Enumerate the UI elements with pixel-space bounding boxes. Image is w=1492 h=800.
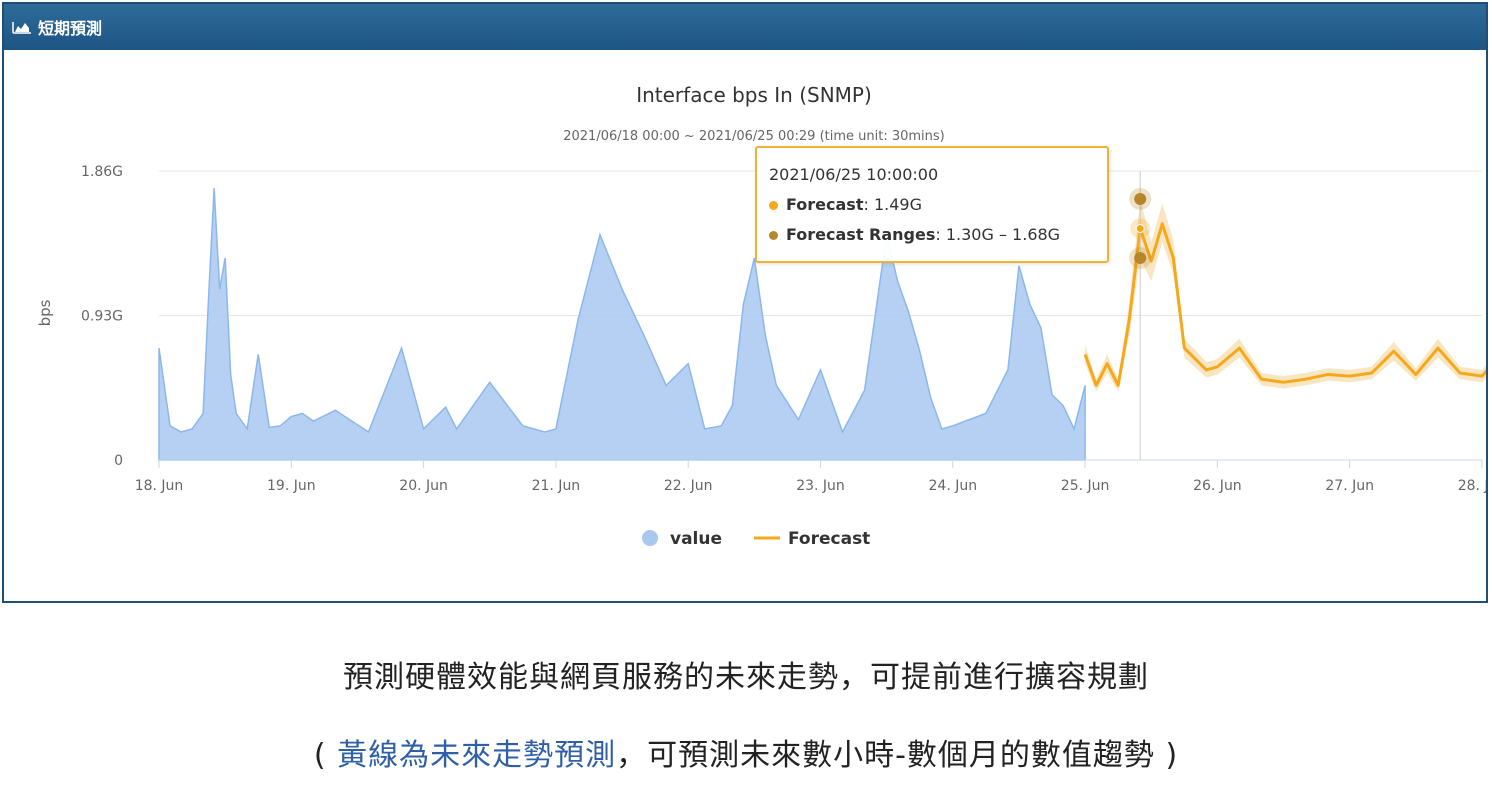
caption-paren-open: ( (313, 738, 338, 773)
caption-line-1: 預測硬體效能與網頁服務的未來走勢，可提前進行擴容規劃 (343, 660, 1149, 695)
panel-header: 短期預測 (4, 4, 1486, 50)
forecast-panel: 短期預測 Interface bps In (SNMP) 2021/06/18 … (2, 2, 1492, 603)
tooltip-range-value: : 1.30G – 1.68G (935, 225, 1061, 244)
legend-value-marker (642, 530, 658, 546)
legend-value-label: value (670, 529, 722, 549)
x-tick-label: 28. Jun (1458, 478, 1486, 494)
tooltip-forecast-value: : 1.49G (863, 195, 922, 214)
tooltip-forecast-row: Forecast: 1.49G (769, 190, 1095, 220)
chart-subtitle: 2021/06/18 00:00 ~ 2021/06/25 00:29 (tim… (563, 129, 945, 144)
x-tick-label: 24. Jun (929, 478, 978, 494)
caption-rest: ，可預測未來數小時-數個月的數值趨勢 ) (616, 738, 1179, 773)
area-chart-icon (12, 20, 32, 34)
chart-tooltip: 2021/06/25 10:00:00 Forecast: 1.49G Fore… (755, 146, 1109, 263)
legend-item-forecast[interactable]: Forecast (754, 529, 870, 549)
legend-item-value[interactable]: value (642, 529, 722, 549)
x-tick-label: 18. Jun (135, 478, 184, 494)
y-tick-label: 1.86G (81, 164, 123, 180)
x-tick-label: 22. Jun (664, 478, 713, 494)
x-tick-label: 26. Jun (1193, 478, 1242, 494)
y-axis-label: bps (36, 299, 54, 326)
caption-line-2: ( 黃線為未來走勢預測，可預測未來數小時-數個月的數值趨勢 ) (0, 730, 1492, 774)
y-tick-label: 0 (114, 453, 123, 469)
tooltip-range-row: Forecast Ranges: 1.30G – 1.68G (769, 220, 1095, 250)
legend-forecast-label: Forecast (788, 529, 870, 549)
legend: value Forecast (642, 529, 870, 549)
x-tick-label: 27. Jun (1325, 478, 1374, 494)
x-tick-label: 25. Jun (1061, 478, 1110, 494)
forecast-chart: Interface bps In (SNMP) 2021/06/18 00:00… (36, 83, 1492, 549)
tooltip-time: 2021/06/25 10:00:00 (769, 165, 939, 184)
forecast-marker (1135, 223, 1145, 233)
x-tick-label: 19. Jun (267, 478, 316, 494)
panel-title: 短期預測 (38, 19, 103, 38)
tooltip-forecast-dot (769, 201, 778, 210)
chart-title: Interface bps In (SNMP) (636, 83, 872, 107)
range-marker (1134, 192, 1147, 205)
x-tick-label: 21. Jun (532, 478, 581, 494)
x-tick-label: 20. Jun (399, 478, 448, 494)
x-tick-label: 23. Jun (796, 478, 845, 494)
chart-area: Interface bps In (SNMP) 2021/06/18 00:00… (4, 50, 1492, 601)
tooltip-forecast-label: Forecast (786, 195, 864, 214)
tooltip-range-dot (769, 231, 778, 240)
tooltip-range-label: Forecast Ranges (786, 225, 936, 244)
y-tick-label: 0.93G (81, 309, 123, 325)
range-marker (1134, 252, 1147, 265)
caption-highlight: 黃線為未來走勢預測 (337, 738, 617, 773)
